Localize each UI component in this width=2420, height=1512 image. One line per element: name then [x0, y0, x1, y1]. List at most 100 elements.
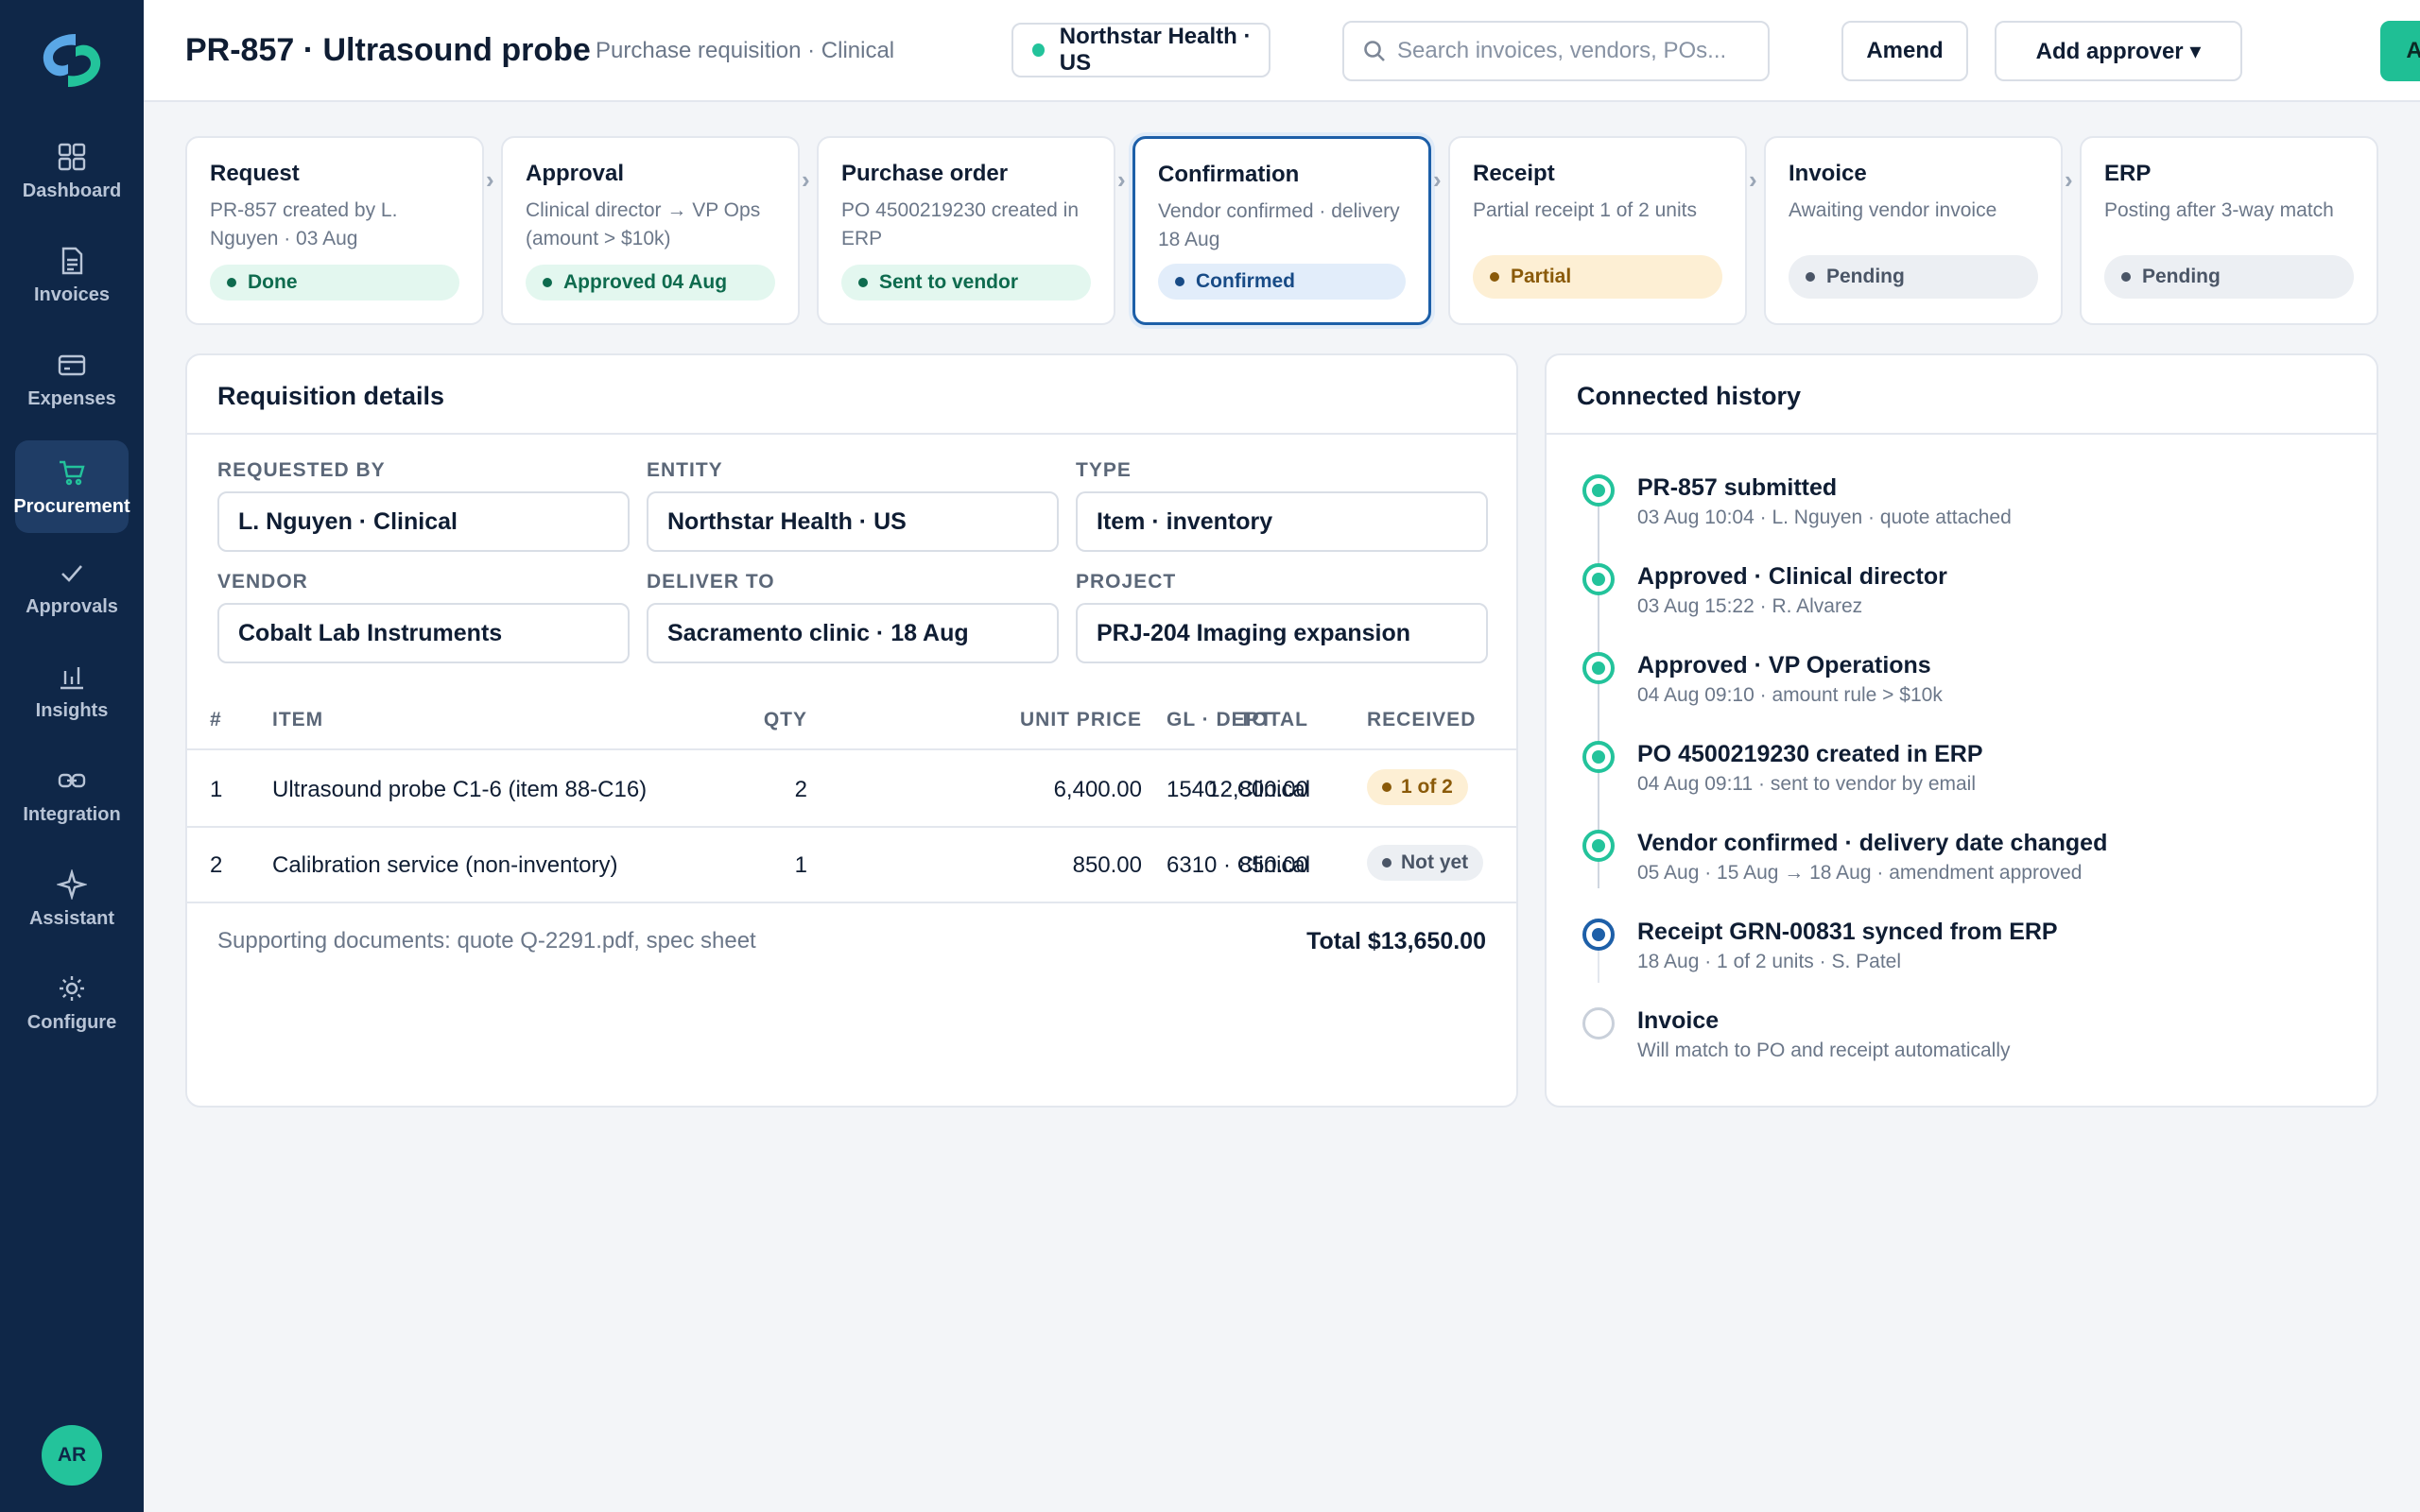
search-icon [1364, 41, 1385, 61]
item-qty: 2 [794, 777, 807, 802]
panel-title: Connected history [1547, 355, 2377, 435]
step-description: Vendor confirmed · delivery 18 Aug [1158, 200, 1400, 250]
sidebar-item-label: Assistant [28, 907, 115, 929]
sidebar-item-dashboard[interactable]: Dashboard [15, 125, 129, 217]
sidebar-item-label: Expenses [27, 387, 116, 409]
page-subtitle: Purchase requisition · Clinical [596, 38, 895, 63]
chevron-right-icon: › [802, 165, 810, 194]
step-confirmation[interactable]: Confirmation Vendor confirmed · delivery… [1132, 136, 1431, 325]
vendor-field[interactable]: Cobalt Lab Instruments [217, 603, 630, 663]
chevron-right-icon: › [2065, 165, 2073, 194]
sidebar-item-label: Invoices [33, 284, 111, 305]
divider [187, 748, 1516, 750]
entity-field[interactable]: Northstar Health · US [647, 491, 1059, 552]
header: PR-857 · Ultrasound probe Purchase requi… [144, 0, 2420, 102]
sidebar-item-procurement[interactable]: Procurement [13, 440, 130, 533]
approve-button[interactable]: Approve [2380, 21, 2420, 81]
step-description: PR-857 created by L. Nguyen · 03 Aug [210, 199, 398, 249]
step-receipt[interactable]: Receipt Partial receipt 1 of 2 units Par… [1448, 136, 1747, 325]
divider [187, 826, 1516, 828]
sparkle-icon [56, 868, 88, 901]
current-status-icon [1582, 919, 1615, 951]
done-status-icon [1582, 474, 1615, 507]
sidebar-item-configure[interactable]: Configure [15, 956, 129, 1049]
search-box[interactable] [1342, 21, 1770, 81]
step-erp[interactable]: ERP Posting after 3-way match Pending [2080, 136, 2378, 325]
status-badge: Sent to vendor [841, 265, 1091, 301]
chevron-right-icon: › [486, 165, 494, 194]
step-invoice[interactable]: Invoice Awaiting vendor invoice Pending [1764, 136, 2063, 325]
step-purchase-order[interactable]: Purchase order PO 4500219230 created in … [817, 136, 1115, 325]
supporting-documents[interactable]: Supporting documents: quote Q-2291.pdf, … [217, 928, 756, 954]
app-logo[interactable] [34, 26, 110, 94]
item-qty: 1 [794, 852, 807, 878]
avatar[interactable]: AR [42, 1425, 102, 1486]
timeline-title: PO 4500219230 created in ERP [1637, 741, 1983, 767]
search-input[interactable] [1397, 38, 1756, 64]
item-gl-dept: 6310 · Clinical [1167, 852, 1311, 878]
step-title: Approval [526, 161, 625, 186]
done-status-icon [1582, 563, 1615, 595]
timeline-title: Vendor confirmed · delivery date changed [1637, 830, 2108, 856]
column-header: UNIT PRICE [1019, 709, 1142, 730]
column-header: QTY [763, 709, 807, 730]
type-field[interactable]: Item · inventory [1076, 491, 1488, 552]
deliver-to-field[interactable]: Sacramento clinic · 18 Aug [647, 603, 1059, 663]
timeline-title: Approved · VP Operations [1637, 652, 1931, 679]
grid-icon [56, 141, 88, 173]
sidebar-item-expenses[interactable]: Expenses [15, 333, 129, 425]
status-badge: Approved 04 Aug [526, 265, 775, 301]
link-icon [56, 765, 88, 797]
gear-icon [56, 972, 88, 1005]
sidebar-item-assistant[interactable]: Assistant [15, 852, 129, 945]
item-unit-price: 850.00 [1072, 852, 1142, 878]
sidebar-item-invoices[interactable]: Invoices [15, 229, 129, 321]
project-field[interactable]: PRJ-204 Imaging expansion [1076, 603, 1488, 663]
step-approval[interactable]: Approval Clinical director → VP Ops (amo… [501, 136, 800, 325]
timeline-subtitle: Will match to PO and receipt automatical… [1637, 1040, 2011, 1061]
status-badge: Pending [2104, 255, 2354, 299]
item-name: Ultrasound probe C1-6 (item 88-C16) [272, 777, 648, 802]
step-description: Awaiting vendor invoice [1789, 199, 1997, 221]
timeline-subtitle: 05 Aug · 15 Aug → 18 Aug · amendment app… [1637, 862, 2083, 884]
chevron-right-icon: › [1117, 165, 1126, 194]
entity-selector[interactable]: Northstar Health · US [1011, 23, 1270, 77]
field-label: TYPE [1076, 459, 1132, 481]
row-number: 1 [210, 777, 223, 802]
sidebar-item-approvals[interactable]: Approvals [15, 541, 129, 633]
timeline-subtitle: 03 Aug 10:04 · L. Nguyen · quote attache… [1637, 507, 2012, 528]
step-request[interactable]: Request PR-857 created by L. Nguyen · 03… [185, 136, 484, 325]
document-icon [56, 245, 88, 277]
done-status-icon [1582, 830, 1615, 862]
sidebar-item-insights[interactable]: Insights [15, 644, 129, 737]
column-header: # [210, 709, 222, 730]
sidebar: Dashboard Invoices Expenses Procurement … [0, 0, 144, 1512]
add-approver-button[interactable]: Add approver ▾ [1995, 21, 2242, 81]
step-title: ERP [2104, 161, 2152, 186]
column-header: GL · DEPT [1167, 709, 1273, 730]
amend-button[interactable]: Amend [1841, 21, 1968, 81]
step-description: PO 4500219230 created in ERP [841, 199, 1080, 249]
timeline-subtitle: 04 Aug 09:10 · amount rule > $10k [1637, 684, 1943, 706]
timeline-subtitle: 04 Aug 09:11 · sent to vendor by email [1637, 773, 1977, 795]
field-label: VENDOR [217, 571, 308, 593]
timeline-subtitle: 03 Aug 15:22 · R. Alvarez [1637, 595, 1863, 617]
sidebar-item-integration[interactable]: Integration [15, 748, 129, 841]
received-badge: Not yet [1367, 845, 1484, 881]
requested-by-field[interactable]: L. Nguyen · Clinical [217, 491, 630, 552]
step-title: Confirmation [1158, 162, 1300, 187]
step-description: Posting after 3-way match [2104, 199, 2334, 221]
chevron-right-icon: › [1433, 165, 1442, 194]
page-title: PR-857 · Ultrasound probe [185, 32, 591, 68]
timeline-title: Receipt GRN-00831 synced from ERP [1637, 919, 2058, 945]
sidebar-item-label: Dashboard [22, 180, 122, 201]
item-gl-dept: 1540 · Clinical [1167, 777, 1311, 802]
done-status-icon [1582, 652, 1615, 684]
column-header: RECEIVED [1367, 709, 1477, 730]
step-title: Invoice [1789, 161, 1867, 186]
entity-label: Northstar Health · US [1059, 24, 1252, 76]
item-unit-price: 6,400.00 [1053, 777, 1142, 802]
panel-title: Requisition details [187, 355, 1516, 435]
pending-status-icon [1582, 1007, 1615, 1040]
step-title: Purchase order [841, 161, 1009, 186]
